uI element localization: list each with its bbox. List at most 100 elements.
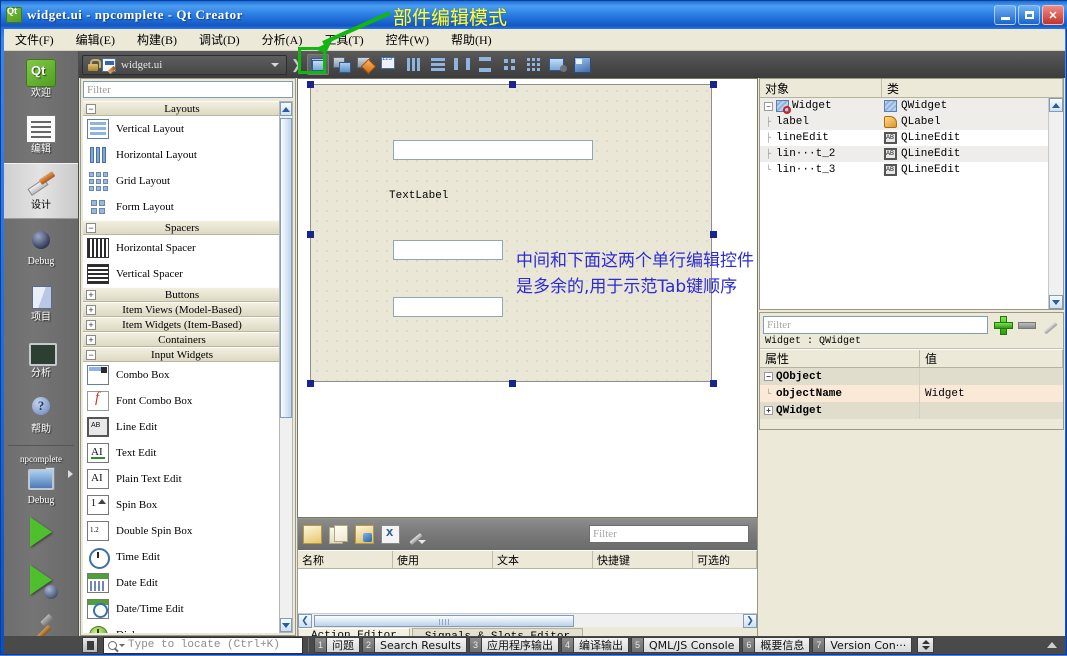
column-shortcut[interactable]: 快捷键 bbox=[593, 551, 693, 568]
widget-item-text-edit[interactable]: Text Edit bbox=[83, 440, 281, 466]
widget-item-dial[interactable]: Dial bbox=[83, 622, 281, 633]
collapse-icon[interactable]: − bbox=[764, 372, 773, 381]
column-used[interactable]: 使用 bbox=[393, 551, 493, 568]
column-checkable[interactable]: 可选的 bbox=[693, 551, 757, 568]
property-filter-input[interactable]: Filter bbox=[763, 315, 988, 334]
widget-group-spacers[interactable]: − Spacers bbox=[83, 220, 281, 235]
menu-build[interactable]: 构建(B) bbox=[126, 29, 188, 50]
output-pane-application-output[interactable]: 3 应用程序输出 bbox=[469, 637, 560, 653]
run-button[interactable] bbox=[4, 508, 78, 556]
property-value[interactable]: Widget bbox=[920, 388, 1063, 400]
menu-debug[interactable]: 调试(D) bbox=[188, 29, 251, 50]
widget-group-item-views[interactable]: + Item Views (Model-Based) bbox=[83, 302, 281, 317]
table-row[interactable]: ├ lin···t_2 QLineEdit bbox=[760, 146, 1063, 162]
resize-handle-n[interactable] bbox=[509, 81, 516, 88]
mode-help[interactable]: 帮助 bbox=[4, 387, 78, 443]
add-green-plus-icon[interactable] bbox=[993, 315, 1013, 335]
scroll-right-icon[interactable]: ❯ bbox=[743, 613, 757, 628]
column-text[interactable]: 文本 bbox=[493, 551, 593, 568]
open-documents-combo[interactable]: widget.ui bbox=[82, 54, 287, 75]
wrench-icon[interactable] bbox=[1041, 315, 1060, 334]
resize-handle-e[interactable] bbox=[710, 231, 717, 238]
mode-design[interactable]: 设计 bbox=[4, 163, 78, 219]
mode-debug[interactable]: Debug bbox=[4, 219, 78, 275]
table-row[interactable]: − Widget QWidget bbox=[760, 98, 1063, 114]
table-row[interactable]: ├ lineEdit QLineEdit bbox=[760, 130, 1063, 146]
chevron-down-icon[interactable] bbox=[271, 62, 279, 67]
object-inspector-scrollbar[interactable] bbox=[1048, 98, 1063, 309]
expand-icon[interactable]: + bbox=[86, 290, 96, 300]
widget-item-horizontal-layout[interactable]: Horizontal Layout bbox=[83, 142, 281, 168]
widget-group-layouts[interactable]: − Layouts bbox=[83, 101, 281, 116]
column-name[interactable]: 名称 bbox=[298, 551, 393, 568]
widget-item-combo-box[interactable]: Combo Box bbox=[83, 362, 281, 388]
resize-handle-se[interactable] bbox=[710, 380, 717, 387]
resize-handle-ne[interactable] bbox=[710, 81, 717, 88]
layout-v-splitter-button[interactable] bbox=[475, 54, 497, 75]
unlocked-icon[interactable] bbox=[88, 58, 101, 71]
widget-item-date-time-edit[interactable]: Date/Time Edit bbox=[83, 596, 281, 622]
chevron-down-icon[interactable] bbox=[119, 643, 125, 647]
widget-group-item-widgets[interactable]: + Item Widgets (Item-Based) bbox=[83, 317, 281, 332]
expand-icon[interactable]: + bbox=[86, 335, 96, 345]
expand-icon[interactable]: + bbox=[86, 320, 96, 330]
resize-handle-s[interactable] bbox=[509, 380, 516, 387]
widget-item-form-layout[interactable]: Form Layout bbox=[83, 194, 281, 220]
output-pane-spinner[interactable] bbox=[917, 637, 935, 653]
copy-action-icon[interactable] bbox=[329, 525, 348, 544]
table-row[interactable]: − QObject bbox=[760, 368, 1063, 385]
output-pane-issues[interactable]: 1 问题 bbox=[314, 637, 360, 653]
widget-item-double-spin-box[interactable]: Double Spin Box bbox=[83, 518, 281, 544]
collapse-icon[interactable]: − bbox=[86, 104, 96, 114]
new-action-icon[interactable] bbox=[303, 525, 322, 544]
widget-item-plain-text-edit[interactable]: Plain Text Edit bbox=[83, 466, 281, 492]
output-pane-qml-js-console[interactable]: 5 QML/JS Console bbox=[631, 637, 741, 653]
expand-icon[interactable]: + bbox=[764, 406, 773, 415]
output-pane-search-results[interactable]: 2 Search Results bbox=[362, 637, 468, 653]
widget-box-filter[interactable]: Filter bbox=[83, 81, 293, 98]
toggle-sidebar-icon[interactable] bbox=[82, 637, 98, 653]
action-editor-filter[interactable]: Filter bbox=[589, 525, 749, 543]
output-pane-version-control[interactable]: 7 Version Con··· bbox=[812, 637, 913, 653]
action-editor-body[interactable] bbox=[298, 569, 757, 613]
widget-item-vertical-layout[interactable]: Vertical Layout bbox=[83, 116, 281, 142]
layout-vertically-button[interactable] bbox=[427, 54, 449, 75]
layout-grid-button[interactable] bbox=[523, 54, 545, 75]
mode-analyze[interactable]: 分析 bbox=[4, 331, 78, 387]
table-row[interactable]: └ objectName Widget bbox=[760, 385, 1063, 402]
scroll-left-icon[interactable]: ❮ bbox=[298, 613, 312, 628]
form-line-edit-3[interactable] bbox=[393, 297, 503, 317]
widget-item-vertical-spacer[interactable]: Vertical Spacer bbox=[83, 261, 281, 287]
layout-h-splitter-button[interactable] bbox=[451, 54, 473, 75]
resize-handle-sw[interactable] bbox=[307, 380, 314, 387]
mode-edit[interactable]: 编辑 bbox=[4, 107, 78, 163]
widget-item-spin-box[interactable]: Spin Box bbox=[83, 492, 281, 518]
column-class[interactable]: 类 bbox=[882, 79, 1063, 97]
menu-help[interactable]: 帮助(H) bbox=[440, 29, 503, 50]
delete-action-icon[interactable] bbox=[381, 524, 400, 544]
scroll-up-icon[interactable] bbox=[1049, 98, 1063, 112]
widget-box-scrollbar[interactable] bbox=[279, 101, 293, 633]
widget-item-font-combo-box[interactable]: Font Combo Box bbox=[83, 388, 281, 414]
table-row[interactable]: ├ label QLabel bbox=[760, 114, 1063, 130]
layout-horizontally-button[interactable] bbox=[403, 54, 425, 75]
menu-widgets[interactable]: 控件(W) bbox=[375, 29, 440, 50]
form-text-label[interactable]: TextLabel bbox=[389, 190, 448, 202]
widget-item-time-edit[interactable]: Time Edit bbox=[83, 544, 281, 570]
form-line-edit-2[interactable] bbox=[393, 240, 503, 260]
widget-item-grid-layout[interactable]: Grid Layout bbox=[83, 168, 281, 194]
remove-minus-icon[interactable] bbox=[1017, 315, 1036, 334]
collapse-output-icon[interactable] bbox=[1047, 642, 1057, 648]
widget-group-input-widgets[interactable]: − Input Widgets bbox=[83, 347, 281, 362]
edit-buddies-button[interactable] bbox=[355, 54, 377, 75]
menu-edit[interactable]: 编辑(E) bbox=[65, 29, 126, 50]
kit-selector[interactable]: npcomplete Debug bbox=[4, 448, 78, 508]
debug-button[interactable] bbox=[4, 556, 78, 604]
column-object[interactable]: 对象 bbox=[760, 79, 882, 97]
column-property[interactable]: 属性 bbox=[760, 350, 920, 367]
collapse-icon[interactable]: − bbox=[86, 223, 96, 233]
break-layout-button[interactable] bbox=[547, 54, 569, 75]
output-pane-compile-output[interactable]: 4 编译输出 bbox=[561, 637, 630, 653]
table-row[interactable]: + QWidget bbox=[760, 402, 1063, 419]
locator-input[interactable]: Type to locate (Ctrl+K) bbox=[103, 636, 303, 654]
